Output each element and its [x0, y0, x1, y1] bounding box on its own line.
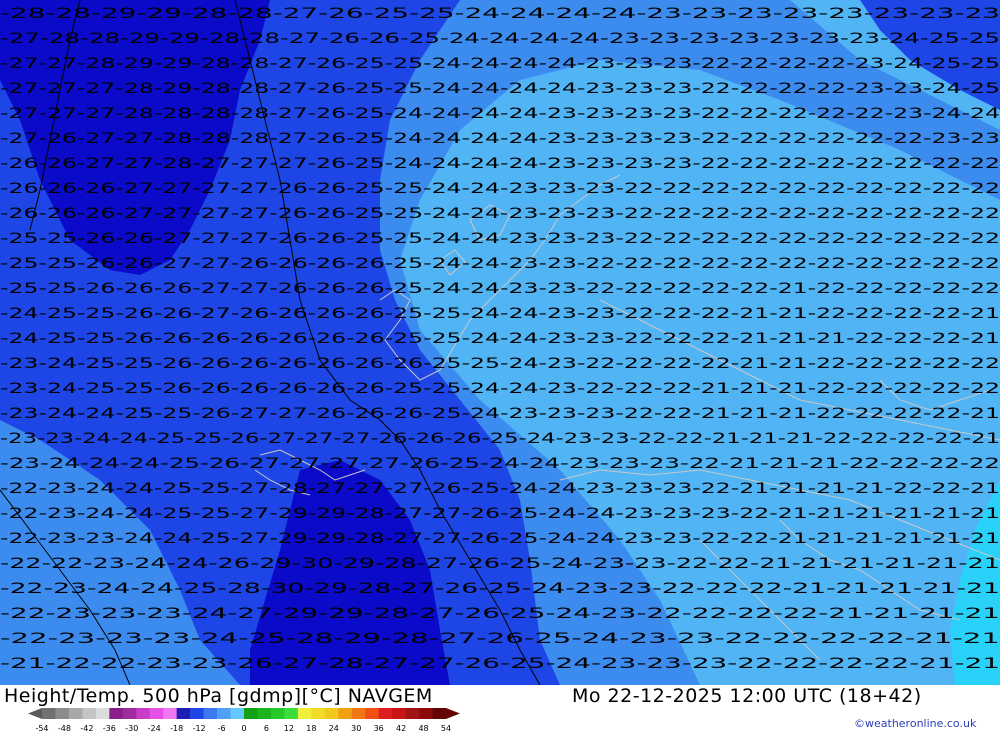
legend-tick-label: 42	[396, 724, 406, 733]
contour-row: -22-23-23-24-24-25-27-29-29-28-27-27-26-…	[0, 531, 1000, 547]
contour-row: -22-23-24-24-25-28-30-29-28-27-26-25-24-…	[0, 581, 1000, 597]
legend-swatch	[324, 708, 339, 719]
legend-swatch	[82, 708, 97, 719]
legend-swatch	[284, 708, 299, 719]
contour-row: -25-25-26-26-27-27-26-26-26-26-25-24-24-…	[0, 256, 1000, 272]
legend-tick-label: -54	[35, 724, 48, 733]
contour-row: -27-27-27-28-28-28-28-27-26-25-24-24-24-…	[0, 106, 1000, 122]
legend-swatch	[297, 708, 312, 719]
legend-tick-label: 18	[306, 724, 316, 733]
legend-swatch	[392, 708, 406, 719]
legend-tick-label: 6	[264, 724, 269, 733]
legend-tick-label: -18	[170, 724, 183, 733]
legend-tick-label: -24	[148, 724, 161, 733]
contour-row: -23-24-25-25-26-26-26-26-26-26-26-25-25-…	[0, 356, 1000, 372]
legend-swatch	[176, 708, 191, 719]
legend-tick-label: 24	[329, 724, 339, 733]
contour-row: -27-26-27-27-28-28-28-27-26-25-24-24-24-…	[0, 131, 1000, 147]
legend-tick-label: -36	[103, 724, 116, 733]
legend-swatch	[405, 708, 420, 719]
contour-row: -22-23-24-24-25-25-27-29-29-28-27-27-26-…	[0, 506, 1000, 522]
map-canvas: -28-28-29-29-28-28-27-26-25-25-24-24-24-…	[0, 0, 1000, 686]
legend-swatch	[365, 708, 379, 719]
contour-row: -27-28-28-29-29-28-28-27-26-26-25-24-24-…	[0, 31, 1000, 47]
legend-swatch	[311, 708, 326, 719]
legend-swatch	[122, 708, 137, 719]
legend-swatch	[203, 708, 218, 719]
map-title: Height/Temp. 500 hPa [gdmp][°C] NAVGEM	[4, 685, 433, 707]
contour-row: -26-26-26-27-27-27-27-26-26-25-25-24-24-…	[0, 181, 1000, 197]
legend-tick-label: -6	[218, 724, 226, 733]
contour-row: -21-22-22-23-23-26-27-28-27-27-26-25-24-…	[0, 656, 1000, 672]
legend-swatch	[257, 708, 272, 719]
legend-swatch	[190, 708, 204, 719]
contour-row: -24-25-25-26-26-26-26-26-26-26-25-25-24-…	[0, 331, 1000, 347]
contour-row: -25-25-26-26-26-27-27-26-26-26-25-24-24-…	[0, 281, 1000, 297]
legend-swatch	[432, 708, 447, 719]
contour-row: -26-26-27-27-28-27-27-27-26-25-24-24-24-…	[0, 156, 1000, 172]
legend-tick-label: 48	[418, 724, 428, 733]
legend-swatch	[378, 708, 393, 719]
legend-tick-label: 0	[241, 724, 246, 733]
contour-row: -23-24-25-25-26-26-26-26-26-26-25-25-24-…	[0, 381, 1000, 397]
legend-swatch	[55, 708, 70, 719]
contour-row: -22-23-23-23-24-27-29-29-28-27-26-25-24-…	[0, 606, 1000, 622]
legend-swatch	[163, 708, 177, 719]
legend-swatches	[28, 708, 460, 719]
legend-swatch	[149, 708, 164, 719]
legend-swatch	[217, 708, 231, 719]
map-footer: Height/Temp. 500 hPa [gdmp][°C] NAVGEM M…	[0, 685, 1000, 733]
legend-tick-label: 54	[441, 724, 451, 733]
legend-swatch	[419, 708, 433, 719]
legend-swatch	[244, 708, 258, 719]
weather-map: -28-28-29-29-28-28-27-26-25-25-24-24-24-…	[0, 0, 1000, 686]
contour-row: -23-24-24-25-25-26-27-27-26-26-26-25-24-…	[0, 406, 1000, 422]
valid-time: Mo 22-12-2025 12:00 UTC (18+42)	[572, 685, 922, 707]
contour-row: -26-26-26-27-27-27-27-26-26-25-25-24-24-…	[0, 206, 1000, 222]
contour-row: -27-27-28-29-29-28-28-27-26-25-25-24-24-…	[0, 56, 1000, 72]
color-scale-legend: -54 -48 -42 -36 -30 -24 -18 -12 -6 0 6 12 18 24 30 36 42…	[28, 708, 460, 733]
legend-ticks: -54 -48 -42 -36 -30 -24 -18 -12 -6 0 6 12 18 24 30 36 42…	[35, 724, 451, 733]
legend-tick-label: -42	[80, 724, 93, 733]
legend-arrow-left	[28, 708, 42, 719]
legend-arrow-right	[446, 708, 460, 719]
contour-row: -22-23-24-24-25-25-27-28-27-27-27-26-25-…	[0, 481, 1000, 497]
contour-row: -25-25-26-26-27-27-27-26-26-25-25-24-24-…	[0, 231, 1000, 247]
legend-tick-label: -30	[125, 724, 138, 733]
contour-row: -23-24-24-24-25-26-27-27-27-27-26-25-24-…	[0, 456, 1000, 472]
legend-swatch	[230, 708, 245, 719]
legend-swatch	[136, 708, 151, 719]
legend-tick-label: -48	[58, 724, 71, 733]
contour-row: -22-23-23-23-24-25-28-29-28-27-26-25-24-…	[0, 631, 1000, 647]
contour-row: -23-23-24-24-25-25-26-27-27-27-26-26-26-…	[0, 431, 1000, 447]
legend-swatch	[270, 708, 285, 719]
legend-swatch	[109, 708, 124, 719]
contour-row: -27-27-27-28-29-28-28-27-26-25-25-24-24-…	[0, 81, 1000, 97]
credit-link[interactable]: ©weatheronline.co.uk	[854, 717, 976, 730]
legend-swatch	[95, 708, 110, 719]
legend-swatch	[338, 708, 353, 719]
legend-tick-label: 30	[351, 724, 361, 733]
legend-swatch	[42, 708, 56, 719]
legend-swatch	[351, 708, 366, 719]
legend-tick-label: -12	[193, 724, 206, 733]
contour-row: -28-28-29-29-28-28-27-26-25-25-24-24-24-…	[0, 6, 1000, 22]
legend-tick-label: 12	[284, 724, 294, 733]
legend-tick-label: 36	[374, 724, 384, 733]
contour-row: -22-22-23-24-24-26-29-30-29-28-27-26-25-…	[0, 556, 1000, 572]
contour-row: -24-25-25-26-26-27-26-26-26-26-25-25-24-…	[0, 306, 1000, 322]
legend-swatch	[68, 708, 83, 719]
